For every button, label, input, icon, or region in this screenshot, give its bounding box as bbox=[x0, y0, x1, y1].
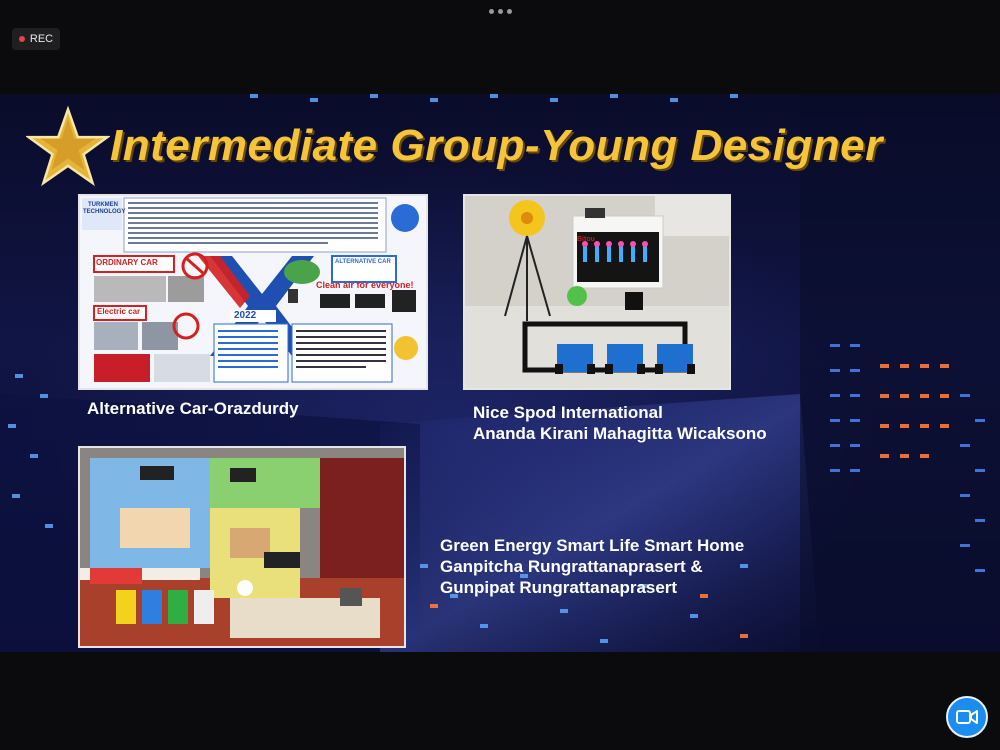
caption-line: Ananda Kirani Mahagitta Wicaksono bbox=[473, 424, 767, 443]
poster-year: 2022 bbox=[234, 310, 257, 321]
poster-brand: TURKMEN TECHNOLOGY bbox=[83, 202, 126, 215]
caption-line: Ganpitcha Rungrattanaprasert & bbox=[440, 557, 703, 576]
gold-star-icon bbox=[26, 106, 110, 187]
shared-slide: Intermediate Group-Young Designer TURKME… bbox=[0, 94, 1000, 652]
caption-line: Nice Spod International bbox=[473, 403, 663, 422]
poster-slogan: Clean air for everyone! bbox=[316, 280, 414, 290]
more-options-icon[interactable] bbox=[486, 4, 514, 18]
caption-line: Green Energy Smart Life Smart Home bbox=[440, 536, 745, 555]
caption-green-energy: Green Energy Smart Life Smart Home Ganpi… bbox=[440, 535, 744, 598]
poster-ordinary-car: ORDINARY CAR bbox=[96, 258, 158, 267]
slide-title: Intermediate Group-Young Designer bbox=[110, 121, 883, 170]
poster-electric-car: Electric car bbox=[97, 307, 141, 316]
caption-line: Alternative Car-Orazdurdy bbox=[87, 399, 299, 418]
project-photo-alternative-car: TURKMEN TECHNOLOGY ORDINARY CAR ALTERNAT… bbox=[78, 194, 428, 390]
recording-label: REC bbox=[29, 33, 54, 45]
video-camera-icon bbox=[956, 710, 978, 724]
project-photo-robots: Bitou bbox=[463, 194, 731, 390]
caption-nice-spod: Nice Spod International Ananda Kirani Ma… bbox=[473, 402, 767, 444]
video-camera-button[interactable] bbox=[946, 696, 988, 738]
caption-line: Gunpipat Rungrattanaprasert bbox=[440, 578, 678, 597]
caption-alternative-car: Alternative Car-Orazdurdy bbox=[87, 398, 299, 419]
recording-indicator: REC bbox=[12, 28, 60, 50]
poster-alternative-car: ALTERNATIVE CAR bbox=[335, 259, 391, 265]
robot-booth-label: Bitou bbox=[577, 236, 595, 243]
project-photo-smart-home bbox=[78, 446, 406, 648]
record-dot-icon bbox=[18, 36, 25, 42]
